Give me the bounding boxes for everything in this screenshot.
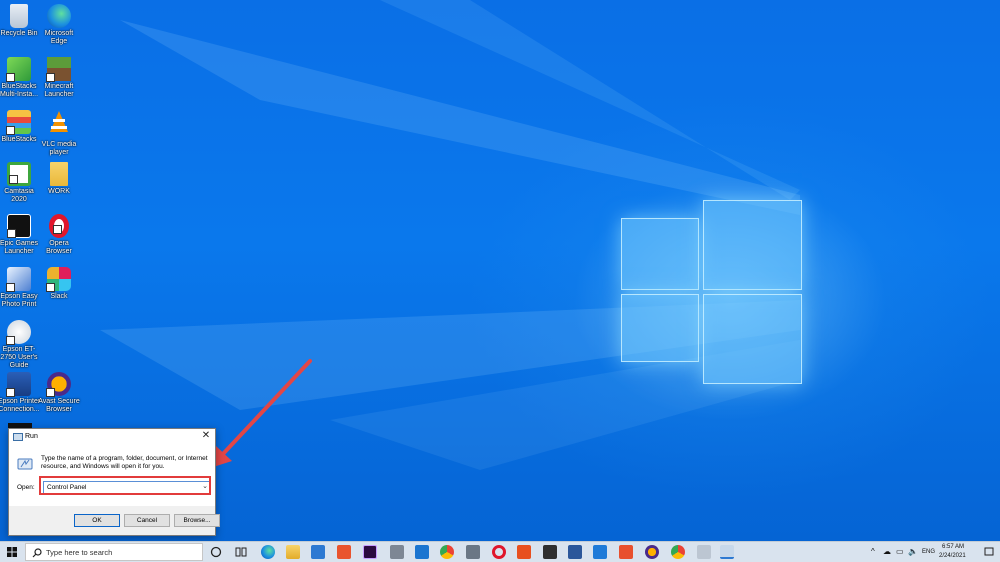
task-view-icon[interactable] [235,546,247,558]
clock-date[interactable]: 2/24/2021 [939,553,966,559]
annotation-highlight-box [39,476,211,495]
run-program-icon [17,458,33,470]
cancel-button[interactable]: Cancel [124,514,170,527]
taskbar-word-icon[interactable] [568,545,582,559]
taskbar-search-box[interactable]: Type here to search [25,543,203,561]
taskbar-network-app-icon[interactable] [697,545,711,559]
run-titlebar[interactable]: Run ✕ [9,429,215,445]
taskbar-store-icon[interactable] [415,545,429,559]
onedrive-icon[interactable]: ☁ [883,547,891,556]
taskbar-opera-icon[interactable] [492,545,506,559]
taskbar-s-app-icon[interactable] [593,545,607,559]
taskbar-snipping-icon[interactable] [466,545,480,559]
taskbar-run-icon[interactable] [720,545,734,559]
taskbar-calculator-icon[interactable] [390,545,404,559]
taskbar-avast-icon[interactable] [645,545,659,559]
taskbar-shopping-bag-icon[interactable] [543,545,557,559]
run-title: Run [25,433,38,440]
clock-time[interactable]: 6:57 AM [942,544,964,550]
close-icon[interactable]: ✕ [200,430,212,442]
volume-icon[interactable]: 🔈 [908,547,918,556]
search-icon [32,548,42,558]
taskbar: Type here to search ^ ☁ ▭ 🔈 ENG 6:57 AM … [0,541,1000,562]
taskbar-premiere-icon[interactable] [363,545,377,559]
run-description: Type the name of a program, folder, docu… [41,455,208,470]
taskbar-chrome-icon[interactable] [440,545,454,559]
taskbar-file-explorer-icon[interactable] [286,545,300,559]
desktop: Recycle Bin Microsoft Edge BlueStacks Mu… [0,0,1000,541]
taskbar-mail-icon[interactable] [311,545,325,559]
taskbar-chrome-profile-icon[interactable] [671,545,685,559]
notifications-icon[interactable] [984,547,994,557]
language-indicator[interactable]: ENG [922,549,935,555]
browse-button[interactable]: Browse... [174,514,220,527]
taskbar-camtasia-icon[interactable] [337,545,351,559]
taskbar-office-icon[interactable] [517,545,531,559]
network-icon[interactable]: ▭ [896,547,904,556]
ok-button[interactable]: OK [74,514,120,527]
run-dialog: Run ✕ Type the name of a program, folder… [8,428,220,536]
taskbar-edge-icon[interactable] [261,545,275,559]
run-app-icon [13,433,23,441]
search-placeholder: Type here to search [46,548,113,557]
chevron-up-icon[interactable]: ^ [871,547,875,556]
open-label: Open: [17,484,35,491]
taskbar-s-red-app-icon[interactable] [619,545,633,559]
windows-start-icon[interactable] [0,542,24,562]
cortana-icon[interactable] [210,546,222,558]
